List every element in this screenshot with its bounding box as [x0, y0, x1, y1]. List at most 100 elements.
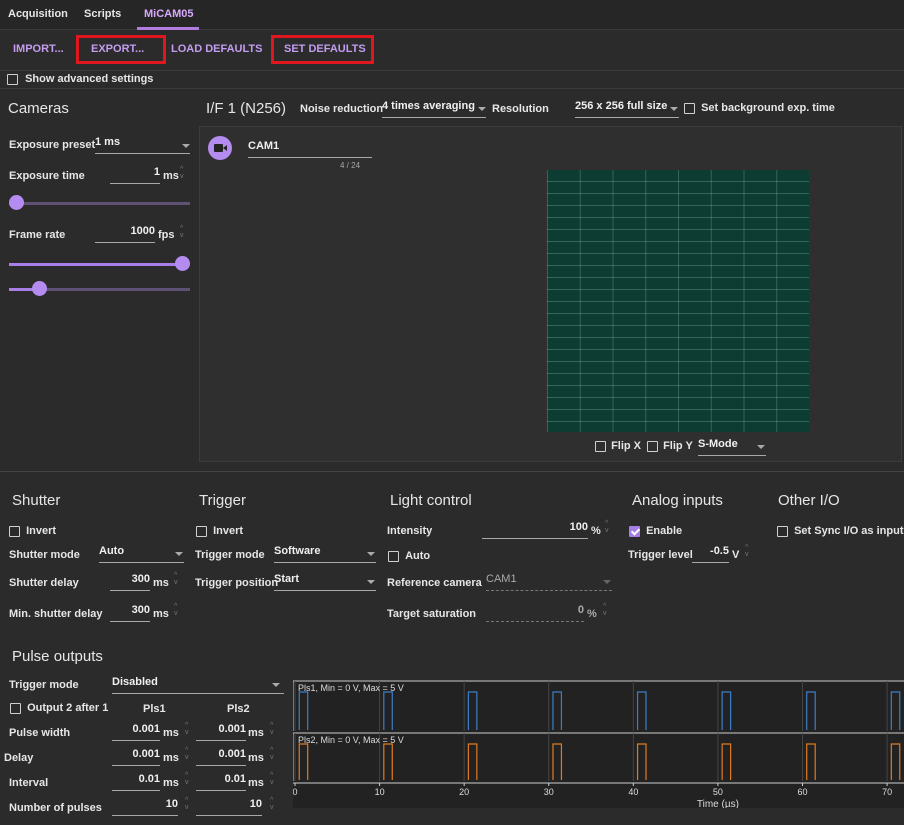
trigger-mode-select[interactable]: Software [274, 545, 376, 563]
x-tick-label: 30 [544, 787, 554, 797]
shutter-delay-unit: ms [153, 577, 169, 589]
stepper-icon[interactable]: ^ v [180, 166, 184, 180]
resolution-select[interactable]: 256 x 256 full size [575, 100, 679, 118]
stepper-icon[interactable]: ^ v [605, 520, 609, 534]
tab-scripts[interactable]: Scripts [84, 8, 121, 20]
pulse-trigger-mode-select[interactable]: Disabled [112, 676, 284, 694]
intensity-input[interactable]: 100 [482, 521, 588, 539]
sensor-mode-select[interactable]: S-Mode [698, 438, 766, 456]
slider-thumb[interactable] [9, 195, 24, 210]
noise-reduction-label: Noise reduction [300, 103, 384, 115]
shutter-title: Shutter [12, 492, 61, 509]
light-auto-checkbox[interactable]: Auto [388, 550, 430, 562]
stepper-icon[interactable]: ^ v [270, 772, 274, 786]
trigger-level-input[interactable]: -0.5 [692, 545, 729, 563]
stepper-icon[interactable]: ^ v [185, 772, 189, 786]
stepper-icon[interactable]: ^ v [174, 603, 178, 617]
slider-thumb[interactable] [175, 256, 190, 271]
stepper-icon[interactable]: ^ v [185, 722, 189, 736]
min-shutter-delay-input[interactable]: 300 [110, 604, 150, 622]
pulse2-unit: ms [248, 777, 264, 789]
flip-y-checkbox[interactable]: Flip Y [647, 440, 693, 452]
import-button[interactable]: IMPORT... [13, 43, 64, 55]
trigger-mode-label: Trigger mode [195, 549, 265, 561]
tab-micam05[interactable]: MiCAM05 [144, 8, 194, 20]
stepper-icon[interactable]: ^ v [270, 722, 274, 736]
flip-x-label: Flip X [611, 440, 642, 452]
stepper-icon[interactable]: ^ v [185, 797, 189, 811]
camera-icon[interactable] [208, 136, 232, 160]
export-button[interactable]: EXPORT... [91, 43, 144, 55]
x-tick-label: 10 [375, 787, 385, 797]
set-defaults-button[interactable]: SET DEFAULTS [284, 43, 366, 55]
load-defaults-button[interactable]: LOAD DEFAULTS [171, 43, 262, 55]
pulse2-unit: ms [248, 752, 264, 764]
chevron-down-icon [272, 683, 280, 687]
noise-reduction-select[interactable]: 4 times averaging [382, 100, 486, 118]
chevron-down-icon [670, 107, 678, 111]
checkbox-icon [684, 102, 695, 114]
exposure-time-unit: ms [163, 170, 179, 182]
active-tab-indicator [137, 27, 199, 30]
trigger-position-select[interactable]: Start [274, 573, 376, 591]
x-tick-label: 50 [713, 787, 723, 797]
pulse2-value-input[interactable]: 0.001 [196, 748, 246, 766]
trigger-level-unit: V [732, 549, 740, 561]
exposure-time-label: Exposure time [9, 170, 85, 182]
shutter-delay-input[interactable]: 300 [110, 573, 150, 591]
camera-name-input[interactable]: CAM1 [248, 140, 372, 158]
pulse1-unit: ms [163, 752, 179, 764]
frame-rate-slider[interactable] [9, 256, 190, 272]
stepper-icon[interactable]: ^ v [745, 544, 749, 558]
pulse2-value-input[interactable]: 10 [196, 798, 262, 816]
exposure-time-input[interactable]: 1 [110, 166, 160, 184]
cameras-title: Cameras [8, 100, 69, 117]
stepper-icon[interactable]: ^ v [185, 747, 189, 761]
min-shutter-delay-label: Min. shutter delay [9, 608, 103, 620]
flip-x-checkbox[interactable]: Flip X [595, 440, 641, 452]
show-advanced-checkbox[interactable]: Show advanced settings [7, 73, 153, 85]
stepper-icon[interactable]: ^ v [174, 572, 178, 586]
checkbox-icon [10, 702, 21, 714]
checkbox-icon [388, 550, 399, 562]
pulse1-value-input[interactable]: 0.001 [112, 723, 160, 741]
pulse1-value-input[interactable]: 10 [112, 798, 178, 816]
pulse-row-label: Interval [9, 777, 49, 789]
pulse2-value-input[interactable]: 0.01 [196, 773, 246, 791]
frame-rate-unit: fps [158, 229, 175, 241]
shutter-mode-select[interactable]: Auto [99, 545, 184, 563]
frame-rate-input[interactable]: 1000 [95, 225, 155, 243]
output2-after1-checkbox[interactable]: Output 2 after 1 [10, 702, 108, 714]
range-slider[interactable] [9, 281, 190, 297]
pulse1-value-input[interactable]: 0.001 [112, 748, 160, 766]
pulse1-value-input[interactable]: 0.01 [112, 773, 160, 791]
target-saturation-input[interactable]: 0 [486, 604, 584, 622]
x-tick-label: 60 [797, 787, 807, 797]
chevron-down-icon [757, 445, 765, 449]
show-advanced-label: Show advanced settings [25, 73, 154, 85]
pulse2-value-input[interactable]: 0.001 [196, 723, 246, 741]
analog-enable-checkbox[interactable]: Enable [629, 525, 682, 537]
tab-bar: Acquisition Scripts MiCAM05 [0, 0, 904, 30]
shutter-invert-checkbox[interactable]: Invert [9, 525, 56, 537]
sync-io-label: Set Sync I/O as input [794, 525, 904, 537]
background-exposure-checkbox[interactable]: Set background exp. time [684, 102, 835, 114]
tab-acquisition[interactable]: Acquisition [8, 8, 68, 20]
slider-thumb[interactable] [32, 281, 47, 296]
stepper-icon[interactable]: ^ v [603, 603, 607, 617]
reference-camera-label: Reference camera [387, 577, 482, 589]
sync-io-checkbox[interactable]: Set Sync I/O as input [777, 525, 903, 537]
stepper-icon[interactable]: ^ v [180, 225, 184, 239]
stepper-icon[interactable]: ^ v [270, 797, 274, 811]
stepper-icon[interactable]: ^ v [270, 747, 274, 761]
light-auto-label: Auto [405, 550, 431, 562]
x-axis-label: Time (µs) [697, 799, 739, 808]
exposure-time-slider[interactable] [9, 195, 190, 211]
trigger-title: Trigger [199, 492, 246, 509]
pulse-row-label: Number of pulses [9, 802, 102, 814]
exposure-preset-label: Exposure preset [9, 139, 96, 151]
reference-camera-select[interactable]: CAM1 [486, 573, 612, 591]
exposure-preset-select[interactable]: 1 ms [95, 136, 190, 154]
trigger-invert-checkbox[interactable]: Invert [196, 525, 243, 537]
flip-y-label: Flip Y [663, 440, 693, 452]
